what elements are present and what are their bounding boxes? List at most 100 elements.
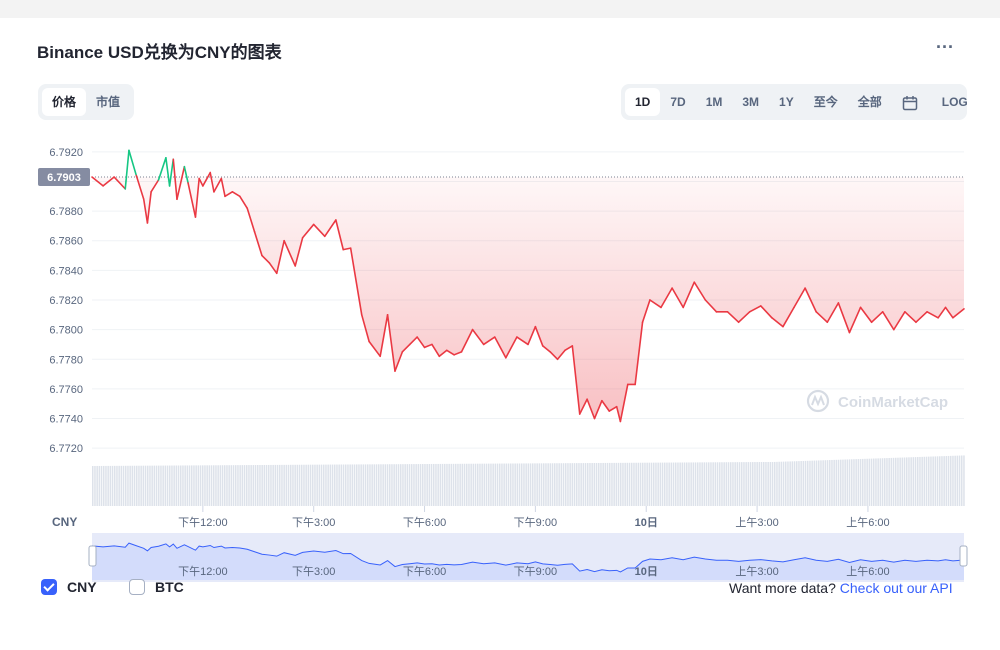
volume-bar bbox=[886, 458, 888, 506]
volume-bar bbox=[670, 462, 673, 506]
volume-bar bbox=[496, 463, 499, 506]
volume-bar bbox=[644, 462, 646, 506]
area-fill bbox=[92, 177, 964, 422]
volume-bar bbox=[340, 464, 343, 506]
volume-bar bbox=[939, 456, 941, 506]
volume-bar bbox=[615, 462, 618, 506]
volume-bar bbox=[888, 458, 890, 506]
volume-bar bbox=[208, 465, 211, 506]
volume-bar bbox=[923, 456, 926, 506]
volume-bar bbox=[384, 464, 387, 506]
currency-axis-label: CNY bbox=[52, 515, 77, 529]
volume-bar bbox=[560, 463, 563, 506]
volume-bar bbox=[521, 463, 523, 506]
navigator-handle-right[interactable] bbox=[959, 545, 968, 567]
volume-bar bbox=[741, 462, 743, 506]
volume-bar bbox=[147, 465, 149, 506]
volume-bar bbox=[778, 461, 780, 506]
volume-bar bbox=[127, 465, 129, 506]
volume-bar bbox=[604, 462, 607, 506]
volume-bar bbox=[435, 463, 437, 506]
volume-bar bbox=[153, 465, 156, 506]
volume-bar bbox=[151, 465, 153, 506]
volume-bar bbox=[807, 460, 809, 506]
volume-bar bbox=[217, 465, 219, 506]
volume-bar bbox=[107, 465, 109, 506]
checkbox-cny[interactable] bbox=[41, 579, 57, 596]
volume-bar bbox=[829, 460, 831, 506]
volume-bar bbox=[584, 463, 587, 506]
volume-bar bbox=[833, 459, 835, 506]
volume-bar bbox=[591, 463, 593, 506]
x-tick-label: 下午12:00 bbox=[178, 516, 228, 529]
option-btc-label: BTC bbox=[155, 579, 184, 596]
volume-bar bbox=[349, 464, 351, 506]
price-chart[interactable]: 6.79206.79006.78806.78606.78406.78206.78… bbox=[0, 0, 1000, 650]
volume-bar bbox=[787, 461, 789, 506]
volume-bar bbox=[265, 464, 268, 506]
volume-bar bbox=[294, 464, 296, 506]
navigator-handle-left[interactable] bbox=[88, 545, 97, 567]
volume-bar bbox=[908, 457, 910, 506]
volume-bar bbox=[125, 465, 127, 506]
volume-bar bbox=[250, 465, 252, 506]
volume-bar bbox=[701, 462, 703, 506]
volume-bar bbox=[345, 464, 347, 506]
volume-bar bbox=[754, 462, 756, 506]
volume-bar bbox=[426, 464, 428, 506]
y-tick-label: 6.7920 bbox=[49, 147, 83, 159]
volume-bar bbox=[930, 456, 932, 506]
volume-bar bbox=[802, 460, 805, 506]
volume-bar bbox=[109, 465, 112, 506]
volume-bar bbox=[224, 465, 226, 506]
volume-bar bbox=[149, 465, 151, 506]
volume-bar bbox=[600, 462, 602, 506]
volume-bar bbox=[631, 462, 633, 506]
volume-bar bbox=[336, 464, 338, 506]
volume-bar bbox=[320, 464, 323, 506]
volume-bar bbox=[721, 462, 723, 506]
volume-bar bbox=[910, 457, 912, 506]
volume-bar bbox=[94, 465, 96, 506]
volume-bar bbox=[281, 464, 283, 506]
volume-bar bbox=[683, 462, 686, 506]
volume-bar bbox=[789, 461, 791, 506]
volume-bar bbox=[884, 458, 886, 506]
volume-bar bbox=[430, 463, 433, 506]
volume-bar bbox=[312, 464, 314, 506]
option-cny[interactable]: CNY bbox=[41, 578, 97, 596]
volume-bar bbox=[120, 465, 123, 506]
volume-bar bbox=[765, 462, 767, 506]
volume-bar bbox=[620, 462, 622, 506]
volume-bar bbox=[142, 465, 145, 506]
volume-bar bbox=[611, 462, 613, 506]
volume-bar bbox=[727, 462, 730, 506]
volume-bar bbox=[609, 462, 611, 506]
volume-bar bbox=[307, 464, 310, 506]
volume-bar bbox=[122, 465, 125, 506]
volume-bar bbox=[226, 465, 228, 506]
volume-bar bbox=[514, 463, 516, 506]
api-link[interactable]: Check out our API bbox=[840, 580, 953, 596]
volume-bar bbox=[576, 463, 578, 506]
volume-bar bbox=[259, 465, 261, 506]
volume-bar bbox=[428, 463, 431, 506]
volume-bar bbox=[547, 463, 549, 506]
option-btc[interactable]: BTC bbox=[129, 578, 184, 596]
volume-bar bbox=[162, 465, 164, 506]
volume-bar bbox=[243, 465, 246, 506]
volume-bar bbox=[846, 459, 849, 506]
volume-bar bbox=[371, 464, 373, 506]
navigator-tick-label: 下午12:00 bbox=[178, 565, 228, 578]
volume-bar bbox=[862, 458, 864, 506]
volume-bar bbox=[928, 456, 930, 506]
volume-bar bbox=[914, 457, 917, 506]
volume-bar bbox=[292, 464, 294, 506]
volume-bar bbox=[664, 462, 666, 506]
volume-bar bbox=[899, 457, 901, 506]
navigator[interactable]: 下午12:00 下午3:00 下午6:00 下午9:00 10日 上午3:00 上午6:00 bbox=[88, 533, 968, 582]
volume-bar bbox=[826, 460, 829, 506]
checkbox-btc[interactable] bbox=[129, 579, 145, 596]
volume-bar bbox=[848, 459, 851, 506]
volume-bar bbox=[800, 461, 802, 506]
